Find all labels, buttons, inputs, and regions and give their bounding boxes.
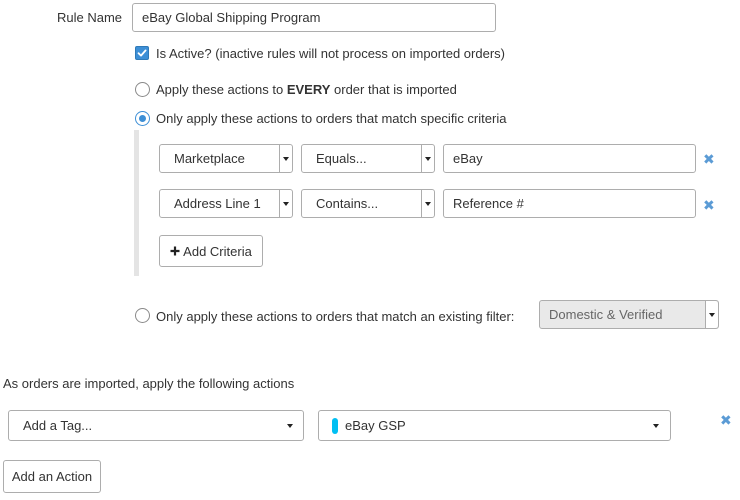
add-criteria-button[interactable]: Add Criteria [159,235,263,267]
existing-filter-label: Only apply these actions to orders that … [156,309,515,324]
dropdown-arrow-icon [287,424,293,428]
rule-name-input[interactable]: eBay Global Shipping Program [132,3,496,32]
active-checkbox[interactable] [135,46,149,60]
add-criteria-label: Add Criteria [183,243,252,259]
specific-criteria-radio[interactable] [135,111,150,126]
criteria-operator-value: Equals... [316,151,367,166]
active-label: Is Active? (inactive rules will not proc… [156,46,505,61]
criteria-operator-select[interactable]: Contains... [301,189,435,218]
dropdown-arrow-icon [279,145,292,172]
dropdown-arrow-icon [653,424,659,428]
actions-heading: As orders are imported, apply the follow… [3,376,295,391]
dropdown-arrow-icon [705,301,718,328]
every-order-label: Apply these actions to EVERY order that … [156,82,457,97]
existing-filter-select[interactable]: Domestic & Verified [539,300,719,329]
criteria-group-bar [134,130,139,276]
remove-criteria-icon[interactable]: ✖ [703,153,715,167]
remove-criteria-icon[interactable]: ✖ [703,199,715,213]
dropdown-arrow-icon [421,145,434,172]
criteria-field-select[interactable]: Marketplace [159,144,293,173]
existing-filter-value: Domestic & Verified [549,307,663,322]
dropdown-arrow-icon [279,190,292,217]
criteria-value-input[interactable]: eBay [443,144,696,173]
criteria-field-value: Marketplace [174,151,245,166]
criteria-operator-select[interactable]: Equals... [301,144,435,173]
rule-name-label: Rule Name [57,10,123,25]
specific-criteria-label: Only apply these actions to orders that … [156,111,507,126]
add-action-button[interactable]: Add an Action [3,460,101,493]
remove-action-icon[interactable]: ✖ [720,414,732,428]
every-order-radio[interactable] [135,82,150,97]
tag-color-swatch [332,417,338,434]
dropdown-arrow-icon [421,190,434,217]
existing-filter-radio[interactable] [135,308,150,323]
action-type-value: Add a Tag... [23,418,93,433]
criteria-field-value: Address Line 1 [174,196,261,211]
checkmark-icon [137,49,147,57]
criteria-field-select[interactable]: Address Line 1 [159,189,293,218]
every-emphasis: EVERY [286,82,331,97]
tag-select-value: eBay GSP [345,418,406,433]
criteria-operator-value: Contains... [316,196,379,211]
action-type-select[interactable]: Add a Tag... [8,410,304,441]
criteria-value-input[interactable]: Reference # [443,189,696,218]
plus-icon [170,246,180,256]
tag-select[interactable]: eBay GSP [318,410,671,441]
